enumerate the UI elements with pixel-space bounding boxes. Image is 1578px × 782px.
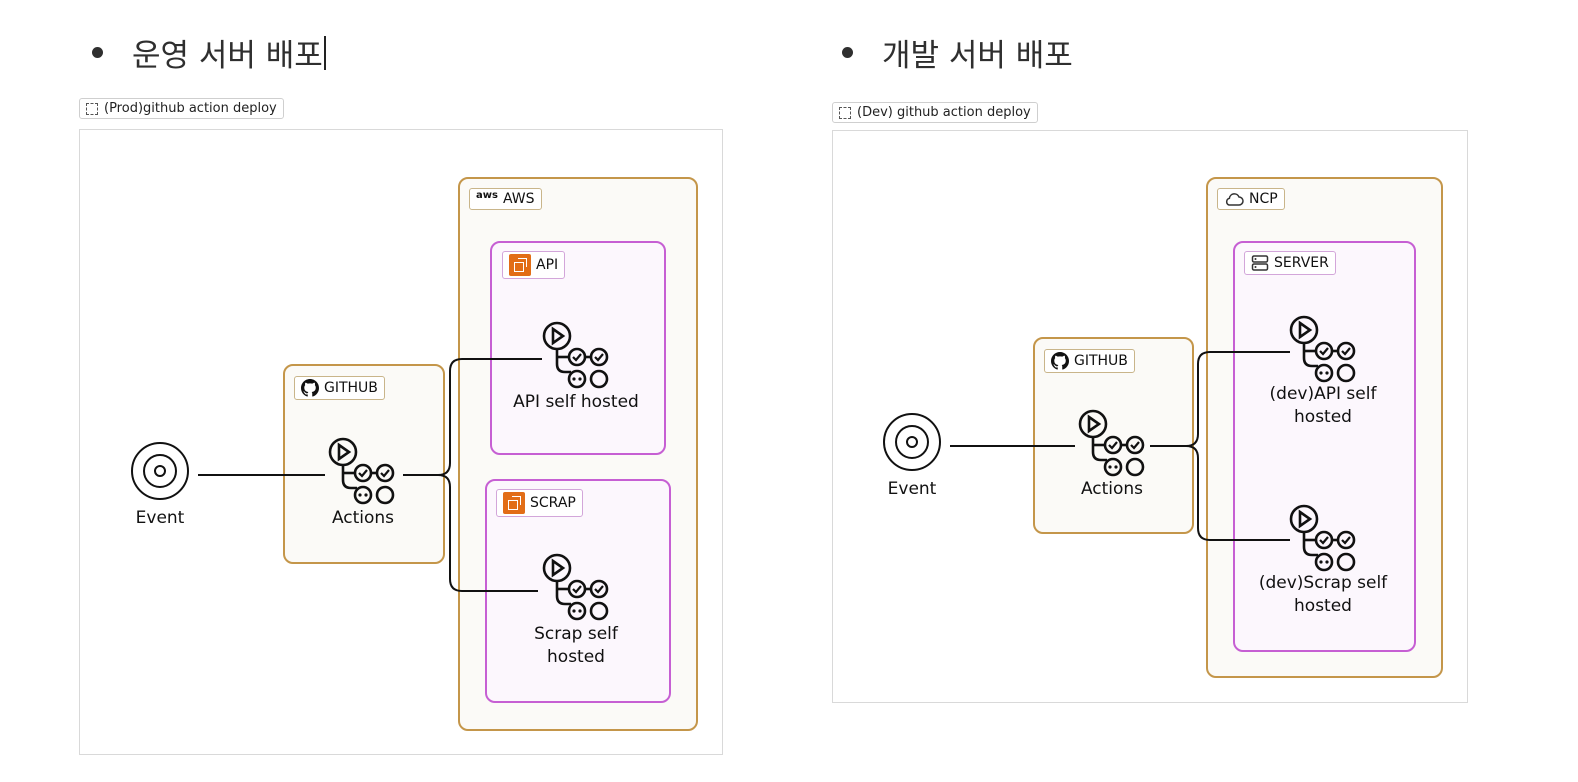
dev-api-node-label: (dev)API self hosted [1269, 384, 1377, 427]
event-label-dev: Event [887, 479, 937, 499]
workflow-icon [542, 321, 609, 389]
dev-scrap-node-label: (dev)Scrap self hosted [1258, 573, 1388, 616]
workflow-icon [1078, 409, 1145, 477]
scrap-node-label: Scrap self hosted [534, 624, 618, 667]
edge-actions-scrap [403, 474, 538, 592]
workflow-icon [542, 553, 609, 621]
event-icon [883, 413, 941, 471]
workflow-icon [1289, 504, 1356, 572]
workflow-icon [328, 437, 395, 505]
event-icon [131, 442, 189, 500]
edge-actions-api [403, 358, 542, 476]
actions-label-dev: Actions [1080, 479, 1144, 499]
actions-label-prod: Actions [331, 508, 395, 528]
event-label-prod: Event [135, 508, 185, 528]
workflow-icon [1289, 315, 1356, 383]
api-node-label: API self hosted [513, 392, 639, 412]
edge-actions-scrap-dev [1150, 445, 1290, 541]
